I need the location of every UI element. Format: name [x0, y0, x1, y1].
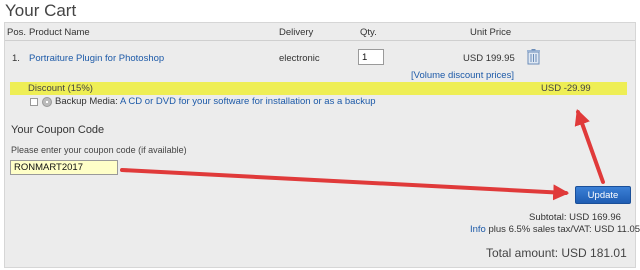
header-delivery: Delivery — [279, 27, 314, 38]
header-qty: Qty. — [360, 27, 377, 38]
volume-discount-link[interactable]: [Volume discount prices] — [411, 70, 514, 81]
tax-line: Info plus 6.5% sales tax/VAT: USD 11.05 — [470, 224, 640, 235]
backup-media-label: Backup Media: — [55, 96, 118, 107]
header-pos: Pos. — [7, 27, 27, 38]
backup-media-checkbox[interactable] — [30, 98, 38, 106]
row-unit-price: USD 199.95 — [463, 53, 515, 64]
discount-value: USD -29.99 — [541, 83, 591, 94]
coupon-title: Your Coupon Code — [11, 124, 105, 136]
tax-info-link[interactable]: Info — [470, 224, 486, 235]
coupon-hint: Please enter your coupon code (if availa… — [11, 145, 187, 155]
cd-icon — [42, 97, 52, 107]
backup-media-row: Backup Media: A CD or DVD for your softw… — [55, 96, 376, 107]
trash-icon[interactable] — [527, 49, 540, 65]
discount-highlight — [10, 82, 627, 95]
discount-label: Discount (15%) — [28, 83, 93, 94]
quantity-input[interactable] — [358, 49, 384, 65]
header-product: Product Name — [29, 27, 90, 38]
coupon-input[interactable] — [10, 160, 118, 175]
update-button[interactable]: Update — [575, 186, 631, 204]
row-delivery: electronic — [279, 53, 320, 64]
subtotal: Subtotal: USD 169.96 — [529, 212, 621, 223]
header-unit-price: Unit Price — [470, 27, 512, 38]
total-amount: Total amount: USD 181.01 — [486, 246, 627, 260]
header-divider — [5, 40, 635, 41]
row-pos: 1. — [12, 53, 20, 64]
tax-text: plus 6.5% sales tax/VAT: USD 11.05 — [488, 224, 640, 235]
page-title: Your Cart — [5, 1, 77, 20]
product-link[interactable]: Portraiture Plugin for Photoshop — [29, 53, 164, 64]
backup-media-link[interactable]: A CD or DVD for your software for instal… — [120, 96, 376, 107]
